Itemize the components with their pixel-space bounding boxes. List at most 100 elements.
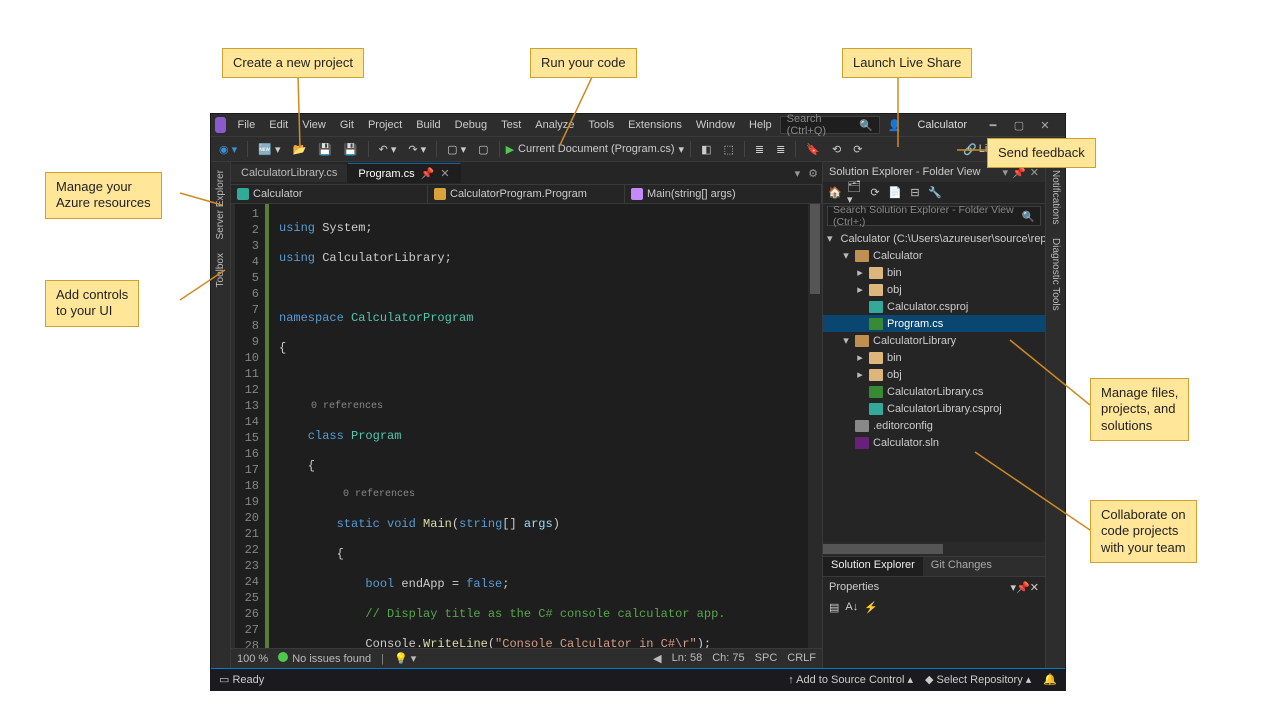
line-ending-indicator[interactable]: CRLF [787, 652, 816, 665]
menu-extensions[interactable]: Extensions [622, 117, 688, 133]
open-button[interactable]: 📂 [288, 141, 310, 158]
folder-icon [869, 352, 883, 364]
tree-csproj[interactable]: Calculator.csproj [823, 298, 1045, 315]
switch-view-icon[interactable]: 🗂 ▾ [847, 185, 863, 201]
toolbar-icon-1[interactable]: ◧ [697, 141, 715, 158]
tab-dropdown[interactable]: ▾ [791, 167, 805, 180]
menu-view[interactable]: View [296, 117, 332, 133]
tree-root[interactable]: ▾Calculator (C:\Users\azureuser\source\r… [823, 230, 1045, 247]
window-close-button[interactable]: ✕ [1033, 116, 1057, 134]
solution-explorer-hscroll[interactable] [823, 542, 1045, 556]
select-repository[interactable]: ◆ Select Repository ▴ [925, 673, 1031, 686]
solution-explorer-search[interactable]: Search Solution Explorer - Folder View (… [827, 206, 1041, 226]
no-issues-status[interactable]: No issues found [278, 652, 371, 665]
tab-git-changes[interactable]: Git Changes [923, 557, 1000, 576]
close-icon[interactable]: ✕ [1030, 581, 1039, 594]
toolbar-icon-7[interactable]: ⟳ [849, 141, 866, 158]
menu-file[interactable]: File [232, 117, 262, 133]
notification-bell-icon[interactable]: 🔔 [1043, 673, 1057, 686]
save-all-button[interactable]: 💾 [340, 141, 362, 158]
menu-analyze[interactable]: Analyze [529, 117, 580, 133]
tree-program-cs[interactable]: Program.cs [823, 315, 1045, 332]
menu-debug[interactable]: Debug [449, 117, 493, 133]
menu-window[interactable]: Window [690, 117, 741, 133]
nav-class-dropdown[interactable]: CalculatorProgram.Program [428, 185, 625, 203]
undo-button[interactable]: ↶ ▾ [375, 141, 401, 158]
toolbar-icon-3[interactable]: ≣ [751, 141, 768, 158]
tree-library-cs[interactable]: CalculatorLibrary.cs [823, 383, 1045, 400]
tab-program[interactable]: Program.cs 📌 ✕ [348, 163, 460, 183]
prop-category-icon[interactable]: ▤ [829, 601, 839, 614]
folder-icon [855, 250, 869, 262]
start-debug-button[interactable]: ▶ Current Document (Program.cs) ▾ [506, 143, 685, 156]
toolbar-icon-4[interactable]: ≣ [772, 141, 789, 158]
window-minimize-button[interactable]: ━ [981, 116, 1005, 134]
server-explorer-tab[interactable]: Server Explorer [213, 164, 228, 245]
ready-indicator: ▭ Ready [219, 673, 264, 686]
sign-in-icon[interactable]: 👤 [882, 119, 908, 132]
line-indicator[interactable]: Ln: 58 [672, 652, 703, 665]
toolbar-icon-5[interactable]: 🔖 [802, 141, 824, 158]
tree-bin-2[interactable]: ▸bin [823, 349, 1045, 366]
pin-icon[interactable]: 📌 [421, 167, 435, 180]
add-to-source-control[interactable]: ↑ Add to Source Control ▴ [788, 673, 913, 686]
tree-library-csproj[interactable]: CalculatorLibrary.csproj [823, 400, 1045, 417]
new-project-button[interactable]: 🆕 ▾ [254, 141, 284, 158]
tab-solution-explorer[interactable]: Solution Explorer [823, 557, 923, 576]
toolbar-icon-2[interactable]: ⬚ [719, 141, 737, 158]
char-indicator[interactable]: Ch: 75 [712, 652, 744, 665]
tree-obj[interactable]: ▸obj [823, 281, 1045, 298]
menu-edit[interactable]: Edit [263, 117, 294, 133]
properties-title: Properties [829, 581, 879, 593]
close-icon[interactable]: ✕ [440, 167, 449, 180]
vs-logo-icon [215, 117, 226, 133]
code-editor[interactable]: 1234567891011121314151617181920212223242… [231, 204, 822, 648]
zoom-level[interactable]: 100 % [237, 653, 268, 665]
quick-actions-icon[interactable]: 💡 ▾ [394, 652, 416, 665]
tree-project-calculator[interactable]: ▾Calculator [823, 247, 1045, 264]
back-forward-button[interactable]: ◉ ▾ [215, 141, 241, 158]
prop-sort-icon[interactable]: A↓ [845, 601, 858, 614]
tree-editorconfig[interactable]: .editorconfig [823, 417, 1045, 434]
show-all-icon[interactable]: 📄 [887, 185, 903, 201]
sync-icon[interactable]: ⟳ [867, 185, 883, 201]
tree-obj-2[interactable]: ▸obj [823, 366, 1045, 383]
menu-build[interactable]: Build [410, 117, 446, 133]
notifications-tab[interactable]: Notifications [1048, 164, 1063, 230]
platform-dropdown[interactable]: ▢ [474, 141, 492, 158]
nav-project-dropdown[interactable]: Calculator [231, 185, 428, 203]
editor-vertical-scrollbar[interactable] [808, 204, 822, 648]
toolbar-icon-6[interactable]: ⟲ [828, 141, 845, 158]
nav-member-dropdown[interactable]: Main(string[] args) [625, 185, 822, 203]
menu-test[interactable]: Test [495, 117, 527, 133]
pin-icon[interactable]: 📌 [1016, 581, 1030, 594]
indent-indicator[interactable]: SPC [755, 652, 778, 665]
quick-launch-search[interactable]: Search (Ctrl+Q)🔍 [780, 116, 880, 134]
tab-gear-icon[interactable]: ⚙ [804, 167, 822, 180]
editor-status-bar: 100 % No issues found | 💡 ▾ ◀ Ln: 58 Ch:… [231, 648, 822, 668]
tree-project-library[interactable]: ▾CalculatorLibrary [823, 332, 1045, 349]
menu-project[interactable]: Project [362, 117, 408, 133]
prop-events-icon[interactable]: ⚡ [864, 601, 878, 614]
code-text[interactable]: using System; using CalculatorLibrary; n… [269, 204, 808, 648]
window-restore-button[interactable]: ▢ [1007, 116, 1031, 134]
save-button[interactable]: 💾 [314, 141, 336, 158]
right-tabstrip: Solution Explorer Git Changes [823, 556, 1045, 576]
collapse-icon[interactable]: ⊟ [907, 185, 923, 201]
callout-new-project: Create a new project [222, 48, 364, 78]
tree-sln[interactable]: Calculator.sln [823, 434, 1045, 451]
menu-tools[interactable]: Tools [582, 117, 620, 133]
redo-button[interactable]: ↷ ▾ [404, 141, 430, 158]
diagnostic-tools-tab[interactable]: Diagnostic Tools [1048, 232, 1063, 317]
properties-icon[interactable]: 🔧 [927, 185, 943, 201]
tree-bin[interactable]: ▸bin [823, 264, 1045, 281]
config-dropdown[interactable]: ▢ ▾ [443, 141, 470, 158]
menu-help[interactable]: Help [743, 117, 778, 133]
folder-icon [869, 369, 883, 381]
toolbox-tab[interactable]: Toolbox [213, 247, 228, 293]
callout-azure: Manage yourAzure resources [45, 172, 162, 219]
left-tool-well: Server Explorer Toolbox [211, 162, 231, 668]
home-icon[interactable]: 🏠 [827, 185, 843, 201]
tab-calculatorlibrary[interactable]: CalculatorLibrary.cs [231, 164, 348, 182]
menu-git[interactable]: Git [334, 117, 360, 133]
